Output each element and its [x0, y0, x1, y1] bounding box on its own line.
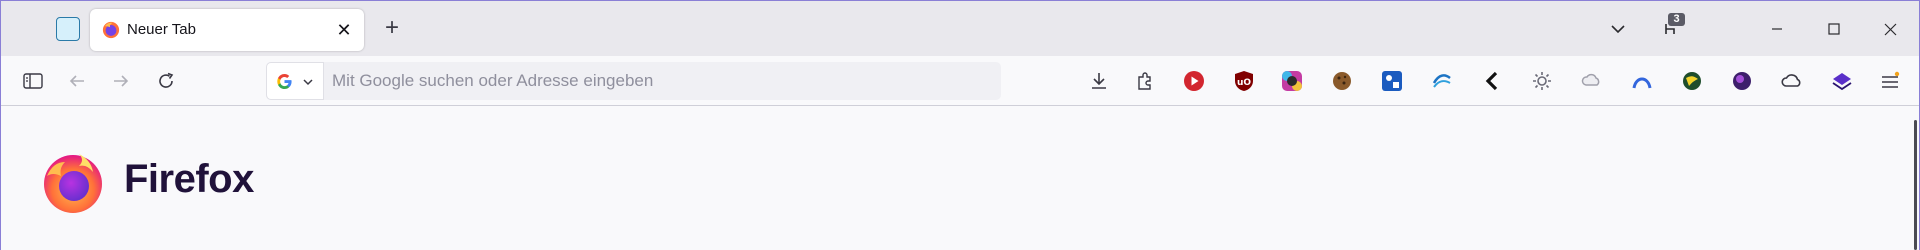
address-bar: [266, 62, 1001, 100]
wave-extension-icon[interactable]: [1429, 68, 1455, 94]
cookie-icon[interactable]: [1329, 68, 1355, 94]
chevron-down-icon: [303, 79, 313, 86]
title-bar: Neuer Tab ✕ + 3: [1, 0, 1919, 56]
count-badge: 3: [1668, 13, 1685, 26]
url-input[interactable]: [332, 62, 992, 100]
svg-text:uO: uO: [1237, 78, 1251, 88]
cloud-face-icon[interactable]: [1579, 68, 1605, 94]
new-tab-button[interactable]: +: [379, 14, 405, 41]
firefox-logo-icon: [44, 154, 102, 213]
arc-extension-icon[interactable]: [1629, 68, 1655, 94]
chevron-down-icon[interactable]: [1602, 13, 1634, 45]
maximize-icon[interactable]: [1818, 13, 1850, 45]
blue-square-extension-icon[interactable]: [1379, 68, 1405, 94]
purple-orb-icon[interactable]: [1729, 68, 1755, 94]
youtube-play-icon[interactable]: [1181, 68, 1207, 94]
forward-arrow-icon[interactable]: [105, 65, 137, 97]
color-picker-icon[interactable]: [1279, 68, 1305, 94]
extensions-puzzle-icon[interactable]: [1132, 68, 1158, 94]
tab-overview-icon[interactable]: [56, 17, 80, 41]
back-arrow-icon[interactable]: [61, 65, 93, 97]
search-engine-selector[interactable]: [266, 62, 324, 100]
minimize-icon[interactable]: [1761, 13, 1793, 45]
sidebar-icon[interactable]: [17, 65, 49, 97]
layers-icon[interactable]: [1829, 68, 1855, 94]
chevron-left-icon[interactable]: [1479, 68, 1505, 94]
menu-icon[interactable]: [1877, 68, 1903, 94]
globe-extension-icon[interactable]: [1679, 68, 1705, 94]
navigation-toolbar: uO: [1, 56, 1919, 106]
brand-wordmark: Firefox: [124, 157, 254, 201]
tab-new-tab[interactable]: Neuer Tab ✕: [90, 9, 364, 51]
scrollbar[interactable]: [1914, 120, 1917, 250]
download-icon[interactable]: [1086, 68, 1112, 94]
sun-bug-icon[interactable]: [1529, 68, 1555, 94]
close-window-icon[interactable]: [1874, 13, 1906, 45]
reload-icon[interactable]: [150, 65, 182, 97]
close-tab-icon[interactable]: ✕: [332, 18, 356, 42]
firefox-icon: [102, 21, 120, 39]
ublock-origin-icon[interactable]: uO: [1231, 68, 1257, 94]
tab-label: Neuer Tab: [127, 21, 196, 38]
cloud-icon[interactable]: [1779, 68, 1805, 94]
google-icon: [277, 74, 292, 90]
